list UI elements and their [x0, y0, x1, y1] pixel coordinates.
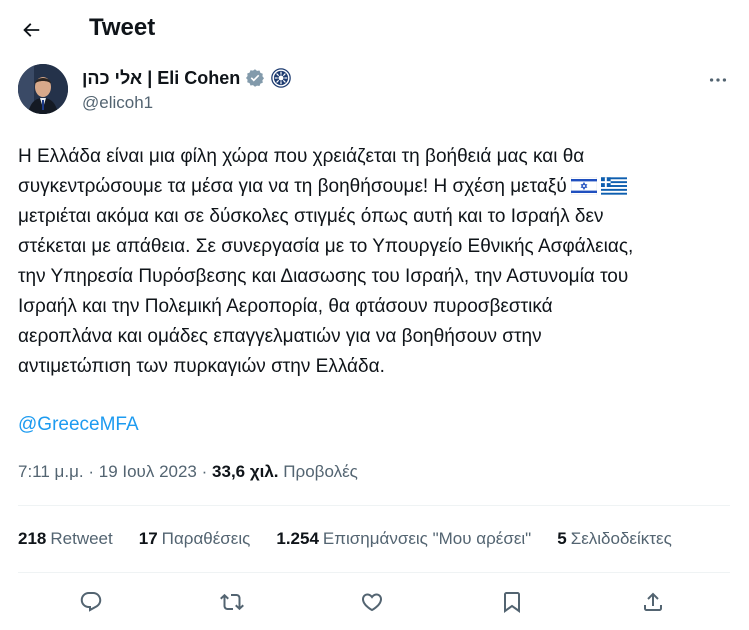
israel-flag-icon	[570, 177, 597, 195]
verified-badge-icon	[246, 69, 265, 87]
like-button[interactable]	[358, 588, 386, 616]
more-horizontal-icon	[709, 78, 727, 82]
avatar[interactable]	[18, 64, 68, 114]
author-name-row: אלי כהן | Eli Cohen	[82, 66, 292, 90]
stat-count: 17	[138, 529, 158, 548]
like-icon	[361, 593, 383, 612]
meta-separator: ·	[201, 462, 208, 481]
divider	[18, 505, 730, 506]
meta-separator: ·	[88, 462, 94, 481]
stat-likes[interactable]: 1.254 Επισημάνσεις "Μου αρέσει"	[276, 529, 531, 549]
retweet-button[interactable]	[218, 588, 246, 616]
stat-count: 5	[557, 529, 567, 548]
tweet-line: μετριέται ακόμα και σε δύσκολες στιγμές …	[18, 206, 604, 227]
stat-count: 218	[18, 529, 47, 548]
tweet-line: την Υπηρεσία Πυρόσβεσης και Διασωσης του…	[18, 266, 629, 287]
reply-button[interactable]	[77, 588, 105, 616]
action-bar	[0, 582, 749, 622]
stat-label: Retweet	[50, 529, 113, 548]
arrow-left-icon	[23, 23, 40, 37]
author-display-name[interactable]: אלי כהן | Eli Cohen	[82, 68, 240, 89]
views-count: 33,6 χιλ.	[212, 462, 279, 481]
divider	[18, 572, 730, 573]
bookmark-icon	[504, 592, 520, 613]
author-handle[interactable]: @elicoh1	[82, 93, 153, 113]
reply-icon	[80, 592, 102, 612]
share-icon	[644, 592, 662, 611]
tweet-line-text: συγκεντρώσουμε τα μέσα για να τη βοηθήσο…	[18, 176, 567, 197]
stat-label: Επισημάνσεις "Μου αρέσει"	[322, 529, 532, 548]
government-affiliation-icon[interactable]	[271, 68, 292, 88]
page-title: Tweet	[89, 14, 156, 41]
tweet-line: Η Ελλάδα είναι μια φίλη χώρα που χρειάζε…	[18, 146, 585, 167]
mention-link[interactable]: @GreeceMFA	[18, 410, 139, 440]
tweet-meta: 7:11 μ.μ. · 19 Ιουλ 2023 · 33,6 χιλ. Προ…	[18, 460, 358, 484]
greece-flag-icon	[600, 177, 627, 195]
tweet-line: αεροπλάνα και ομάδες επαγγελματιών για ν…	[18, 326, 542, 347]
stat-bookmarks[interactable]: 5 Σελιδοδείκτες	[557, 529, 672, 549]
tweet-line: αντιμετώπιση των πυρκαγιών στην Ελλάδα.	[18, 356, 385, 377]
avatar-image	[18, 64, 68, 114]
engagement-stats: 218 Retweet 17 Παραθέσεις 1.254 Επισημάνσει…	[18, 527, 698, 551]
tweet-date[interactable]: 19 Ιουλ 2023	[99, 462, 197, 481]
tweet-time[interactable]: 7:11 μ.μ.	[18, 462, 84, 481]
stat-retweets[interactable]: 218 Retweet	[18, 529, 113, 549]
tweet-line: συγκεντρώσουμε τα μέσα για να τη βοηθήσο…	[18, 172, 718, 202]
bookmark-button[interactable]	[498, 588, 526, 616]
tweet-line: στέκεται με απάθεια. Σε συνεργασία με το…	[18, 236, 634, 257]
stat-label: Σελιδοδείκτες	[570, 529, 672, 548]
tweet-line: Ισραήλ και την Πολεμική Αεροπορία, θα φτ…	[18, 296, 553, 317]
share-button[interactable]	[639, 588, 667, 616]
tweet-body: Η Ελλάδα είναι μια φίλη χώρα που χρειάζε…	[18, 142, 718, 382]
stat-label: Παραθέσεις	[161, 529, 251, 548]
more-options-button[interactable]	[706, 68, 730, 92]
retweet-icon	[220, 593, 244, 611]
top-bar: Tweet	[0, 0, 749, 58]
back-button[interactable]	[18, 17, 44, 43]
stat-count: 1.254	[276, 529, 319, 548]
views-label: Προβολές	[283, 462, 358, 481]
tweet-author: אלי כהן | Eli Cohen @elicoh1	[18, 64, 730, 118]
stat-quotes[interactable]: 17 Παραθέσεις	[139, 529, 251, 549]
